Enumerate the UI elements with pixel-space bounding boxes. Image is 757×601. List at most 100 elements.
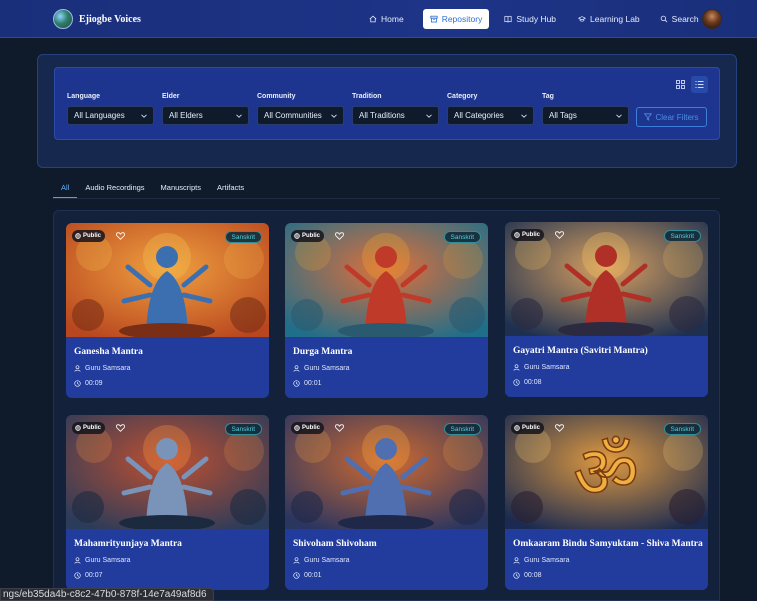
favorite-button[interactable] (553, 422, 565, 434)
filter-category-label: Category (447, 93, 478, 100)
favorite-button[interactable] (114, 230, 126, 242)
clock-icon (293, 380, 300, 387)
grid-view-button[interactable] (672, 76, 689, 93)
nav-links: Home Repository Study Hub Learning Lab S… (362, 9, 706, 29)
filter-category-value: All Categories (454, 111, 504, 120)
clock-icon (513, 572, 520, 579)
elder-name: Guru Samsara (524, 364, 570, 371)
list-view-button[interactable] (691, 76, 708, 93)
tabs-divider (53, 198, 720, 199)
clock-icon (74, 380, 81, 387)
repository-card[interactable]: Public Sanskrit Durga Mantra Guru Samsar… (285, 223, 488, 398)
favorite-button[interactable] (333, 230, 345, 242)
archive-icon (430, 15, 438, 23)
filter-community-label: Community (257, 93, 296, 100)
chevron-down-icon (426, 113, 432, 118)
card-title: Mahamrityunjaya Mantra (74, 539, 182, 549)
card-body: Shivoham Shivoham Guru Samsara 00:01 (285, 529, 488, 590)
repository-card[interactable]: Public Sanskrit Gayatri Mantra (Savitri … (505, 222, 708, 397)
user-avatar[interactable] (702, 9, 722, 29)
filter-elder-select[interactable]: All Elders (162, 106, 249, 125)
heart-icon (554, 231, 564, 239)
nav-learning-lab[interactable]: Learning Lab (571, 9, 647, 29)
nav-search[interactable]: Search (653, 9, 706, 29)
tab-all[interactable]: All (53, 178, 78, 198)
favorite-button[interactable] (333, 422, 345, 434)
nav-home-label: Home (381, 14, 404, 24)
view-toggle (672, 76, 708, 93)
repository-card[interactable]: ॐ Public Sanskrit Omkaaram Bindu Samyukt… (505, 415, 708, 590)
grid-view-icon (676, 80, 685, 89)
language-badge: Sanskrit (443, 423, 481, 435)
card-elder: Guru Samsara (293, 365, 350, 372)
filter-tag-select[interactable]: All Tags (542, 106, 629, 125)
nav-study-hub[interactable]: Study Hub (497, 9, 563, 29)
visibility-label: Public (522, 425, 541, 431)
filter-language-select[interactable]: All Languages (67, 106, 154, 125)
brand[interactable]: Ejiogbe Voices (53, 9, 141, 29)
language-badge: Sanskrit (224, 423, 262, 435)
card-body: Gayatri Mantra (Savitri Mantra) Guru Sam… (505, 336, 708, 397)
visibility-label: Public (522, 232, 541, 238)
card-title: Shivoham Shivoham (293, 539, 377, 549)
card-elder: Guru Samsara (74, 365, 131, 372)
clock-icon (513, 379, 520, 386)
list-view-icon (695, 81, 704, 88)
clear-filters-label: Clear Filters (655, 112, 699, 122)
filter-category-select[interactable]: All Categories (447, 106, 534, 125)
card-elder: Guru Samsara (74, 557, 131, 564)
card-title: Omkaaram Bindu Samyuktam - Shiva Mantra (513, 539, 703, 549)
graduation-cap-icon (578, 16, 587, 22)
clock-icon (293, 572, 300, 579)
card-elder: Guru Samsara (513, 557, 570, 564)
globe-logo-icon (53, 9, 73, 29)
user-icon (74, 557, 81, 564)
om-symbol: ॐ (573, 430, 639, 514)
elder-name: Guru Samsara (85, 557, 131, 564)
filter-tradition: Tradition All Traditions (352, 93, 439, 125)
top-navbar: Ejiogbe Voices Home Repository Study Hub… (0, 0, 757, 38)
duration-value: 00:01 (304, 572, 322, 579)
card-title: Gayatri Mantra (Savitri Mantra) (513, 346, 648, 356)
filter-category: Category All Categories (447, 93, 534, 125)
card-body: Omkaaram Bindu Samyuktam - Shiva Mantra … (505, 529, 708, 590)
book-icon (504, 15, 512, 23)
globe-icon (514, 425, 520, 431)
clear-filters-button[interactable]: Clear Filters (636, 107, 707, 127)
nav-repository[interactable]: Repository (422, 9, 490, 29)
nav-repository-label: Repository (441, 14, 483, 24)
card-elder: Guru Samsara (293, 557, 350, 564)
repository-card[interactable]: Public Sanskrit Mahamrityunjaya Mantra G… (66, 415, 269, 590)
filter-tradition-select[interactable]: All Traditions (352, 106, 439, 125)
repository-card[interactable]: Public Sanskrit Ganesha Mantra Guru Sams… (66, 223, 269, 398)
heart-icon (115, 232, 125, 240)
status-bar-url: ngs/eb35da4b-c8c2-47b0-878f-14e7a49af8d6 (0, 588, 214, 601)
card-duration: 00:08 (513, 379, 542, 386)
elder-name: Guru Samsara (304, 365, 350, 372)
visibility-label: Public (83, 233, 102, 239)
globe-icon (75, 233, 81, 239)
favorite-button[interactable] (553, 229, 565, 241)
chevron-down-icon (236, 113, 242, 118)
nav-home[interactable]: Home (362, 9, 411, 29)
card-duration: 00:09 (74, 380, 103, 387)
visibility-badge: Public (511, 422, 545, 434)
filter-community-select[interactable]: All Communities (257, 106, 344, 125)
filter-tag-value: All Tags (549, 111, 577, 120)
brand-name: Ejiogbe Voices (79, 13, 141, 25)
tab-manuscripts[interactable]: Manuscripts (153, 178, 209, 198)
repository-card[interactable]: Public Sanskrit Shivoham Shivoham Guru S… (285, 415, 488, 590)
filter-elder-label: Elder (162, 93, 180, 100)
clock-icon (74, 572, 81, 579)
tab-audio-recordings[interactable]: Audio Recordings (77, 178, 152, 198)
filter-elder: Elder All Elders (162, 93, 249, 125)
tab-artifacts[interactable]: Artifacts (209, 178, 252, 198)
visibility-label: Public (302, 425, 321, 431)
language-badge: Sanskrit (224, 231, 262, 243)
card-title: Ganesha Mantra (74, 347, 143, 357)
elder-name: Guru Samsara (524, 557, 570, 564)
visibility-badge: Public (291, 422, 325, 434)
filter-tradition-value: All Traditions (359, 111, 405, 120)
favorite-button[interactable] (114, 422, 126, 434)
figure-head (375, 438, 397, 460)
